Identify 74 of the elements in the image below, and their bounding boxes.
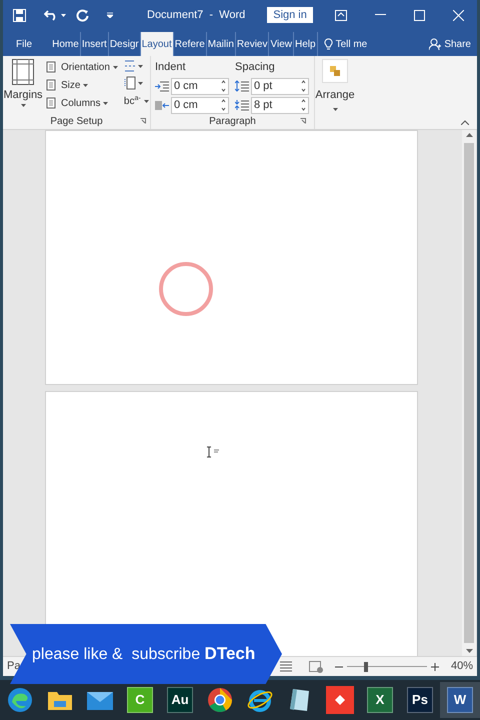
text-cursor-icon	[206, 446, 220, 458]
minimize-icon[interactable]	[374, 14, 386, 16]
caret-icon	[144, 100, 149, 103]
browser-icon[interactable]	[6, 686, 34, 714]
web-layout-icon[interactable]	[308, 660, 323, 672]
chrome-icon[interactable]	[206, 686, 234, 714]
undo-icon[interactable]	[44, 9, 58, 21]
scroll-down-icon	[466, 649, 472, 653]
spinner-icon	[301, 80, 306, 92]
caret-icon	[112, 66, 118, 68]
spacing-after-icon	[235, 99, 249, 111]
indent-right-icon	[155, 100, 169, 110]
save-icon[interactable]	[13, 8, 26, 22]
person-icon	[429, 38, 442, 50]
app-icon[interactable]: Ps	[407, 687, 433, 713]
mail-icon[interactable]	[86, 689, 114, 711]
zoom-in-icon[interactable]	[430, 662, 439, 670]
collapse-ribbon-icon[interactable]	[461, 120, 469, 125]
zoom-level[interactable]: 40%	[450, 658, 473, 675]
scroll-up-icon	[466, 133, 472, 137]
page-setup-dropdown[interactable]: Columns	[46, 95, 118, 111]
dialog-launcher-icon[interactable]	[140, 118, 146, 124]
page-icon	[46, 79, 58, 91]
caret-icon	[20, 104, 26, 106]
customize-caret-icon[interactable]	[107, 12, 113, 18]
app-icon[interactable]: W	[447, 687, 473, 713]
page-setup-dropdown[interactable]: Orientation	[46, 59, 118, 75]
indent-left-icon	[155, 80, 169, 92]
number-field[interactable]: 8 pt	[251, 96, 309, 114]
dialog-launcher-icon[interactable]	[300, 118, 306, 124]
read-mode-icon[interactable]	[278, 660, 293, 672]
margins-icon	[12, 59, 34, 85]
arrange-icon	[330, 66, 340, 76]
window-title: Document7 - Word	[147, 8, 246, 23]
spacing-label: Spacing	[235, 60, 276, 75]
line-numbers-icon[interactable]	[124, 76, 144, 90]
remote-desktop-icon[interactable]	[326, 686, 354, 714]
group-label: Paragraph	[209, 114, 256, 129]
scrollbar[interactable]	[462, 130, 476, 656]
arrange-button[interactable]: Arrange	[315, 56, 355, 129]
maximize-icon[interactable]	[414, 10, 425, 20]
banner-text: please like & subscribe DTech	[32, 643, 256, 665]
close-icon[interactable]	[452, 10, 464, 20]
lightbulb-icon	[324, 38, 333, 50]
page-setup-dropdown[interactable]: Size	[46, 77, 118, 93]
spacing-before-icon	[235, 80, 249, 92]
page-icon	[46, 97, 58, 109]
number-field[interactable]: 0 cm	[171, 78, 229, 94]
ribbon-tab[interactable]: File	[15, 32, 34, 56]
zoom-slider[interactable]	[346, 662, 427, 672]
margins-button[interactable]: Margins	[3, 59, 43, 113]
click-indicator-icon	[158, 261, 214, 317]
indent-label: Indent	[155, 60, 187, 75]
spinner-icon	[221, 99, 226, 111]
breaks-icon[interactable]	[124, 60, 144, 73]
group-label: Page Setup	[50, 114, 103, 128]
caret-icon	[83, 84, 88, 86]
sign-in-button[interactable]: Sign in	[267, 7, 313, 23]
spinner-icon	[221, 80, 226, 92]
number-field[interactable]: 0 pt	[251, 78, 309, 94]
tell-me-search[interactable]: Tell me	[336, 36, 368, 52]
spinner-icon	[301, 99, 306, 111]
number-field[interactable]: 0 cm	[171, 96, 229, 114]
app-icon[interactable]: X	[367, 687, 393, 713]
page-icon	[46, 61, 58, 73]
dropdown-caret-icon[interactable]	[61, 14, 66, 16]
share-button[interactable]: Share	[444, 36, 471, 52]
ribbon-tab[interactable]: Layout	[140, 32, 174, 56]
redo-icon[interactable]	[76, 8, 89, 22]
page-status: Pa	[7, 659, 20, 674]
caret-icon	[332, 108, 338, 110]
app-icon[interactable]: Au	[167, 687, 193, 713]
ribbon-display-icon[interactable]	[334, 10, 347, 20]
caret-icon	[103, 102, 108, 104]
